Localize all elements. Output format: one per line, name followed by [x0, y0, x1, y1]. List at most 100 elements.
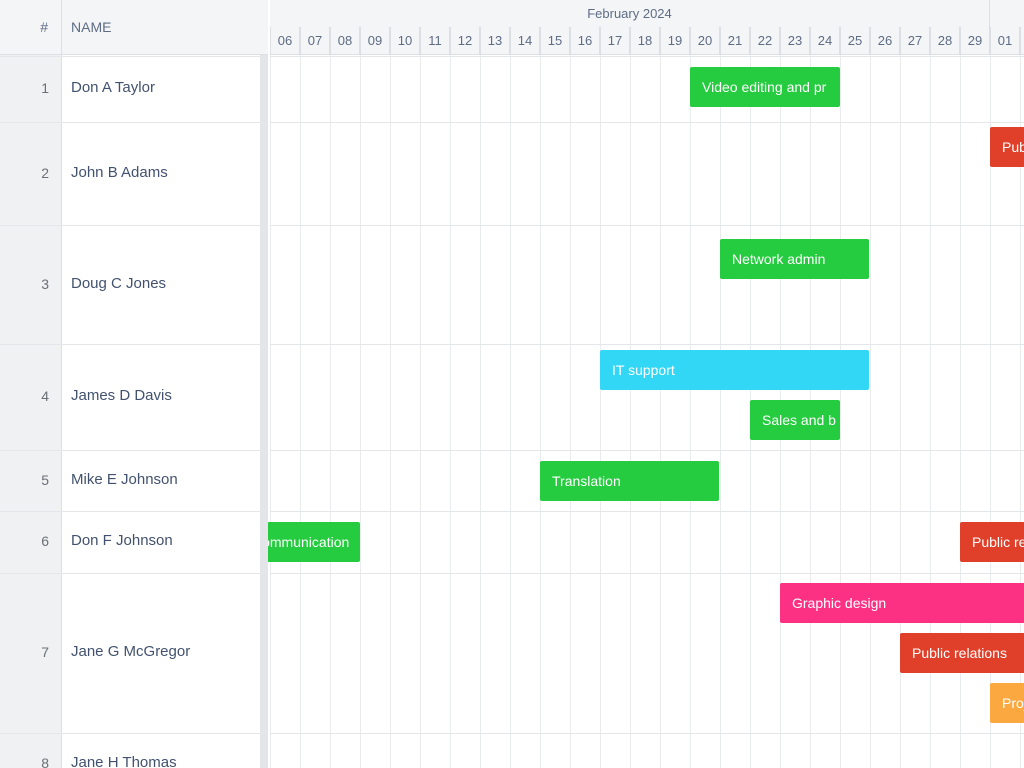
day-header-cell[interactable]: 29	[960, 27, 990, 55]
day-header-cell[interactable]: 18	[630, 27, 660, 55]
row-name[interactable]: Don A Taylor	[71, 79, 155, 96]
row-index: 1	[41, 80, 49, 96]
day-header-cell[interactable]: 09	[360, 27, 390, 55]
day-header-cell[interactable]: 08	[330, 27, 360, 55]
grid-vertical-line	[870, 55, 871, 768]
row-index: 7	[41, 644, 49, 660]
grid-vertical-line	[600, 55, 601, 768]
task-list-row-line	[0, 450, 260, 451]
grid-row-line	[270, 56, 1024, 57]
pane-splitter-header	[260, 0, 268, 55]
gantt-bar[interactable]: Graphic design	[780, 583, 1024, 623]
task-list-row-line	[0, 733, 260, 734]
grid-vertical-line	[660, 55, 661, 768]
grid-vertical-line	[480, 55, 481, 768]
task-list-row-line	[0, 225, 260, 226]
day-header-cell[interactable]: 11	[420, 27, 450, 55]
row-index: 5	[41, 471, 49, 488]
grid-vertical-line	[570, 55, 571, 768]
grid-vertical-line	[720, 55, 721, 768]
grid-vertical-line	[300, 55, 301, 768]
column-header-name[interactable]: NAME	[62, 0, 260, 55]
task-list-header: # NAME	[0, 0, 260, 55]
row-index: 8	[41, 755, 49, 768]
task-list-pane: # NAME 1 Don A Taylor 2 John B Adams 3 Doug C…	[0, 0, 260, 768]
row-name[interactable]: Jane G McGregor	[71, 643, 190, 660]
gantt-bar[interactable]: IT support	[600, 350, 869, 390]
day-header-cell[interactable]: 20	[690, 27, 720, 55]
grid-vertical-line	[840, 55, 841, 768]
day-header-cell[interactable]: 15	[540, 27, 570, 55]
grid-row-line	[270, 344, 1024, 345]
row-name[interactable]: Jane H Thomas	[71, 754, 177, 768]
gantt-bar[interactable]: Video editing and pr	[690, 67, 840, 107]
day-header-cell[interactable]: 07	[300, 27, 330, 55]
month-header-row: February 2024	[270, 0, 1024, 27]
day-header-cell[interactable]: 19	[660, 27, 690, 55]
task-list-row-line	[0, 511, 260, 512]
day-header-cell[interactable]: 27	[900, 27, 930, 55]
gantt-bar[interactable]: Public relations	[900, 633, 1024, 673]
gantt-bar[interactable]: Proj	[990, 683, 1024, 723]
grid-row-line	[270, 122, 1024, 123]
day-header-cell[interactable]: 22	[750, 27, 780, 55]
timeline-grid[interactable]: Video editing and pr Pub Network admin IT s…	[268, 55, 1024, 768]
grid-vertical-line	[360, 55, 361, 768]
day-header-cell[interactable]: 06	[270, 27, 300, 55]
task-list-row-line	[0, 344, 260, 345]
grid-vertical-line	[420, 55, 421, 768]
grid-vertical-line	[510, 55, 511, 768]
row-index: 2	[41, 164, 49, 181]
day-header-cell[interactable]: 10	[390, 27, 420, 55]
grid-vertical-line	[330, 55, 331, 768]
row-name[interactable]: Mike E Johnson	[71, 471, 178, 488]
pane-splitter[interactable]	[260, 0, 268, 768]
grid-row-line	[270, 450, 1024, 451]
grid-row-line	[270, 733, 1024, 734]
gantt-bar[interactable]: Translation	[540, 461, 719, 501]
row-index: 6	[41, 533, 49, 549]
gantt-bar[interactable]: Network admin	[720, 239, 869, 279]
grid-row-line	[270, 511, 1024, 512]
gantt-bar[interactable]: Sales and b	[750, 400, 840, 440]
column-header-index[interactable]: #	[0, 0, 62, 55]
row-name[interactable]: Doug C Jones	[71, 275, 166, 292]
grid-vertical-line	[540, 55, 541, 768]
gantt-bar[interactable]: Pub	[990, 127, 1024, 167]
day-header-cell[interactable]: 25	[840, 27, 870, 55]
timeline-inner: February 2024 06 07 08 09 10 11 12 13 14 15 16 17 18…	[268, 0, 1024, 768]
month-header-cell	[990, 0, 1024, 27]
day-header-cell[interactable]: 02	[1020, 27, 1024, 55]
day-header-cell[interactable]: 12	[450, 27, 480, 55]
day-header-cell[interactable]: 23	[780, 27, 810, 55]
month-header-cell: February 2024	[270, 0, 990, 27]
grid-vertical-line	[450, 55, 451, 768]
day-header-cell[interactable]: 17	[600, 27, 630, 55]
timeline-pane[interactable]: February 2024 06 07 08 09 10 11 12 13 14 15 16 17 18…	[268, 0, 1024, 768]
day-header-cell[interactable]: 28	[930, 27, 960, 55]
gantt-bar[interactable]: Public re	[960, 522, 1024, 562]
day-header-cell[interactable]: 24	[810, 27, 840, 55]
task-list-body: 1 Don A Taylor 2 John B Adams 3 Doug C Jones 4…	[0, 55, 260, 768]
row-index: 4	[41, 388, 49, 404]
grid-vertical-line	[630, 55, 631, 768]
task-list-row-line	[0, 573, 260, 574]
task-list-row-line	[0, 56, 260, 57]
gantt-chart: February 2024 06 07 08 09 10 11 12 13 14 15 16 17 18…	[0, 0, 1024, 768]
gantt-bar[interactable]: Communication	[268, 522, 360, 562]
row-name[interactable]: James D Davis	[71, 387, 172, 404]
row-name[interactable]: Don F Johnson	[71, 532, 173, 549]
day-header-row: 06 07 08 09 10 11 12 13 14 15 16 17 18 19 20 21 22 23 24 25…	[270, 27, 1024, 55]
day-header-cell[interactable]: 01	[990, 27, 1020, 55]
timeline-header: February 2024 06 07 08 09 10 11 12 13 14 15 16 17 18…	[270, 0, 1024, 55]
day-header-cell[interactable]: 21	[720, 27, 750, 55]
index-column	[0, 55, 62, 768]
row-name[interactable]: John B Adams	[71, 164, 168, 181]
day-header-cell[interactable]: 13	[480, 27, 510, 55]
day-header-cell[interactable]: 16	[570, 27, 600, 55]
grid-vertical-line	[690, 55, 691, 768]
grid-vertical-line	[270, 55, 271, 768]
day-header-cell[interactable]: 26	[870, 27, 900, 55]
task-list-row-line	[0, 122, 260, 123]
day-header-cell[interactable]: 14	[510, 27, 540, 55]
